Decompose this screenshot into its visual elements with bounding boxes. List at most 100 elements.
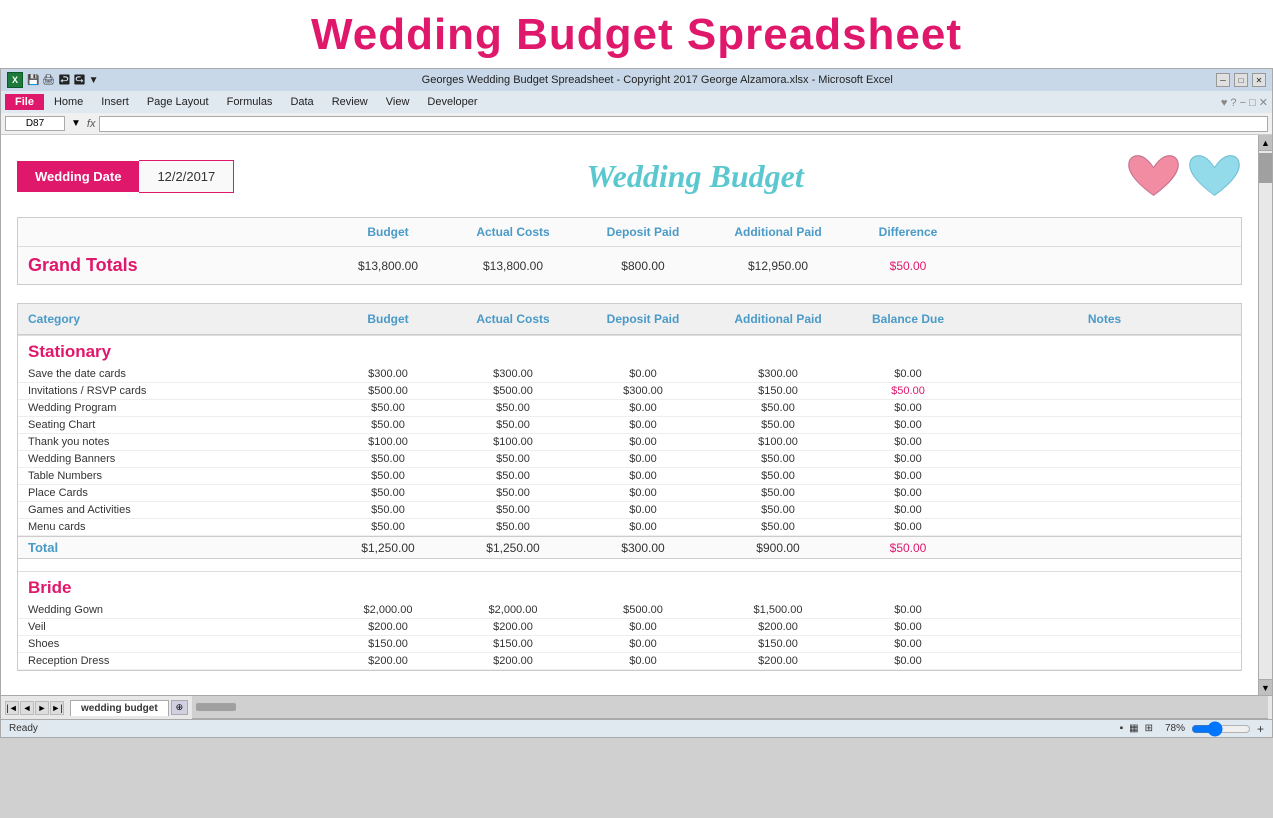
category-bride-label: Bride [28, 578, 71, 597]
item-balance: $0.00 [848, 653, 968, 669]
gt-col-actual: Actual Costs [448, 222, 578, 242]
item-balance: $0.00 [848, 434, 968, 450]
th-additional: Additional Paid [708, 308, 848, 330]
view-normal-icon[interactable]: ▪ [1120, 723, 1124, 734]
gt-col-budget: Budget [328, 222, 448, 242]
item-name: Place Cards [18, 485, 328, 501]
item-budget: $500.00 [328, 383, 448, 399]
status-right: ▪ ▦ ⊞ 78% + [1120, 722, 1264, 736]
item-additional: $50.00 [708, 400, 848, 416]
item-name: Invitations / RSVP cards [18, 383, 328, 399]
item-balance: $0.00 [848, 451, 968, 467]
gt-col-deposit: Deposit Paid [578, 222, 708, 242]
scroll-up-button[interactable]: ▲ [1259, 135, 1272, 151]
menu-developer[interactable]: Developer [419, 94, 485, 110]
menu-data[interactable]: Data [282, 94, 321, 110]
quick-access-icons: 💾 🖨 ↩ ↪ ▼ [27, 75, 99, 86]
heart-icon-1 [1126, 151, 1181, 201]
nav-prev-sheet[interactable]: ◄ [20, 701, 34, 715]
formula-bar[interactable] [99, 116, 1268, 132]
item-balance: $0.00 [848, 519, 968, 535]
menu-insert[interactable]: Insert [93, 94, 137, 110]
item-budget: $50.00 [328, 417, 448, 433]
item-actual: $50.00 [448, 451, 578, 467]
title-bar-left: X 💾 🖨 ↩ ↪ ▼ [7, 72, 99, 88]
item-name: Games and Activities [18, 502, 328, 518]
item-additional: $100.00 [708, 434, 848, 450]
sheet-tab-active[interactable]: wedding budget [70, 700, 169, 716]
nav-first-sheet[interactable]: |◄ [5, 701, 19, 715]
scroll-down-button[interactable]: ▼ [1259, 679, 1272, 695]
item-notes [968, 525, 1241, 529]
item-actual: $50.00 [448, 468, 578, 484]
view-layout-icon[interactable]: ▦ [1129, 723, 1138, 734]
nav-next-sheet[interactable]: ► [35, 701, 49, 715]
close-button[interactable]: ✕ [1252, 73, 1266, 87]
excel-icon: X [7, 72, 23, 88]
menu-home[interactable]: Home [46, 94, 91, 110]
table-row: Wedding Gown $2,000.00 $2,000.00 $500.00… [18, 602, 1241, 619]
scroll-thumb[interactable] [1259, 153, 1272, 183]
item-balance: $0.00 [848, 636, 968, 652]
new-sheet-button[interactable]: ⊕ [171, 700, 189, 715]
total-balance: $50.00 [848, 538, 968, 558]
item-deposit: $0.00 [578, 417, 708, 433]
menu-bar: File Home Insert Page Layout Formulas Da… [1, 91, 1272, 113]
zoom-in-icon[interactable]: + [1257, 722, 1264, 736]
maximize-button[interactable]: □ [1234, 73, 1248, 87]
item-balance: $0.00 [848, 602, 968, 618]
zoom-slider[interactable] [1191, 724, 1251, 734]
item-additional: $150.00 [708, 636, 848, 652]
grand-totals-data-row: Grand Totals $13,800.00 $13,800.00 $800.… [18, 247, 1241, 284]
nav-last-sheet[interactable]: ►| [50, 701, 64, 715]
item-name: Wedding Gown [18, 602, 328, 618]
table-row: Seating Chart $50.00 $50.00 $0.00 $50.00… [18, 417, 1241, 434]
grand-totals-section: Budget Actual Costs Deposit Paid Additio… [17, 217, 1242, 285]
item-deposit: $0.00 [578, 434, 708, 450]
item-budget: $50.00 [328, 519, 448, 535]
item-deposit: $0.00 [578, 485, 708, 501]
wedding-budget-title: Wedding Budget [234, 158, 1126, 195]
total-additional: $900.00 [708, 538, 848, 558]
help-icons: ♥ ? − □ ✕ [1221, 96, 1268, 109]
heart-icon-2 [1187, 151, 1242, 201]
item-deposit: $0.00 [578, 468, 708, 484]
zoom-level: 78% [1165, 723, 1185, 734]
view-break-icon[interactable]: ⊞ [1145, 723, 1153, 734]
menu-view[interactable]: View [378, 94, 418, 110]
item-actual: $50.00 [448, 400, 578, 416]
item-additional: $50.00 [708, 451, 848, 467]
menu-page-layout[interactable]: Page Layout [139, 94, 217, 110]
minimize-button[interactable]: ─ [1216, 73, 1230, 87]
item-actual: $150.00 [448, 636, 578, 652]
wedding-date-box: Wedding Date 12/2/2017 [17, 160, 234, 193]
item-deposit: $500.00 [578, 602, 708, 618]
menu-formulas[interactable]: Formulas [219, 94, 281, 110]
h-scroll-thumb[interactable] [196, 703, 236, 711]
item-notes [968, 508, 1241, 512]
item-deposit: $0.00 [578, 519, 708, 535]
horizontal-scrollbar-area[interactable] [192, 696, 1268, 719]
menu-file[interactable]: File [5, 94, 44, 110]
item-actual: $200.00 [448, 619, 578, 635]
main-table-section: Category Budget Actual Costs Deposit Pai… [17, 303, 1242, 671]
cell-reference-input[interactable] [5, 116, 65, 131]
wedding-date-label: Wedding Date [17, 161, 139, 192]
vertical-scrollbar[interactable]: ▲ ▼ [1258, 135, 1272, 695]
section-spacer-1 [17, 295, 1242, 303]
item-actual: $200.00 [448, 653, 578, 669]
item-budget: $150.00 [328, 636, 448, 652]
item-name: Thank you notes [18, 434, 328, 450]
stationary-total-row: Total $1,250.00 $1,250.00 $300.00 $900.0… [18, 536, 1241, 559]
menu-review[interactable]: Review [324, 94, 376, 110]
item-balance: $0.00 [848, 619, 968, 635]
th-budget: Budget [328, 308, 448, 330]
table-row: Wedding Program $50.00 $50.00 $0.00 $50.… [18, 400, 1241, 417]
item-actual: $2,000.00 [448, 602, 578, 618]
item-name: Save the date cards [18, 366, 328, 382]
item-additional: $150.00 [708, 383, 848, 399]
table-row: Table Numbers $50.00 $50.00 $0.00 $50.00… [18, 468, 1241, 485]
hearts-area [1126, 151, 1242, 201]
dropdown-arrow: ▼ [71, 118, 81, 129]
item-additional: $50.00 [708, 468, 848, 484]
